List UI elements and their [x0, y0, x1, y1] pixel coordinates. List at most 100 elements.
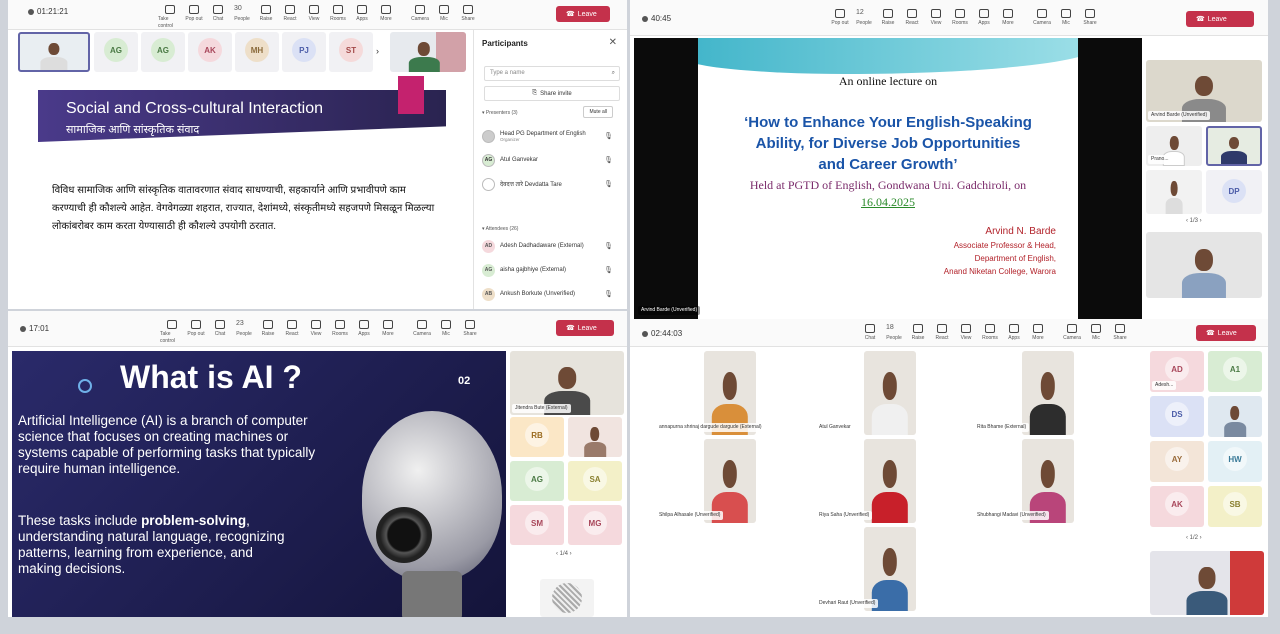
toolbar-button-share[interactable]: Share [456, 2, 480, 30]
presenters-label[interactable]: ▾ Presenters (3) [482, 110, 518, 116]
participant-tile[interactable] [568, 417, 622, 457]
toolbar-button-more[interactable]: More [374, 2, 398, 30]
participant-row[interactable]: AB Ankush Borkute (Unverified) 🎙 [482, 284, 613, 304]
toolbar-button-apps[interactable]: Apps [1002, 321, 1026, 342]
participant-tile[interactable] [1208, 396, 1262, 437]
toolbar-button-mic[interactable]: Mic [1054, 6, 1078, 27]
leave-button[interactable]: ☎ Leave [1186, 11, 1254, 27]
participant-row[interactable]: AD Adesh Dadhadaware (External) 🎙 [482, 236, 613, 256]
participant-tile[interactable]: MG [568, 505, 622, 545]
toolbar-button-pop-out[interactable]: Pop out [828, 6, 852, 27]
toolbar-button-raise[interactable]: Raise [906, 321, 930, 342]
toolbar-button-pop-out[interactable]: Pop out [182, 2, 206, 30]
participant-thumb[interactable]: MH [235, 32, 279, 72]
avatar [482, 129, 495, 143]
participant-row[interactable]: AEarjun mohurle MA... (Unverified)🎙 [482, 308, 613, 309]
share-icon [463, 5, 473, 14]
toolbar-button-people[interactable]: 30 People [230, 2, 254, 30]
pager[interactable]: ‹ 1/4 › [556, 551, 572, 557]
participant-row[interactable]: Head PG Department of English Organizer 🎙 [482, 126, 613, 146]
toolbar-button-chat[interactable]: Chat [858, 321, 882, 342]
participant-tile[interactable]: AG [510, 461, 564, 501]
participant-row[interactable]: देवदत्त तारे Devdatta Tare 🎙 [482, 174, 613, 194]
participant-tile[interactable]: SB [1208, 486, 1262, 527]
react-icon [285, 5, 295, 14]
toolbar-button-apps[interactable]: Apps [972, 6, 996, 27]
toolbar-button-camera[interactable]: Camera [410, 317, 434, 345]
toolbar-button-people[interactable]: 12 People [852, 6, 876, 27]
toolbar-button-more[interactable]: More [996, 6, 1020, 27]
toolbar-button-camera[interactable]: Camera [1030, 6, 1054, 27]
toolbar-button-raise[interactable]: Raise [254, 2, 278, 30]
toolbar-button-raise[interactable]: Raise [256, 317, 280, 345]
toolbar-button-rooms[interactable]: Rooms [328, 317, 352, 345]
toolbar-button-rooms[interactable]: Rooms [948, 6, 972, 27]
slide-accent-block [398, 76, 424, 114]
toolbar-button-view[interactable]: View [302, 2, 326, 30]
toolbar-button-react[interactable]: React [930, 321, 954, 342]
participant-thumb[interactable]: ST [329, 32, 373, 72]
participant-tile[interactable]: DS [1150, 396, 1204, 437]
participant-tile[interactable]: RB [510, 417, 564, 457]
toolbar-button-more[interactable]: More [376, 317, 400, 345]
toolbar-button-take-control[interactable]: Take control [158, 2, 182, 30]
toolbar-button-camera[interactable]: Camera [408, 2, 432, 30]
leave-button[interactable]: ☎ Leave [1196, 325, 1256, 341]
participant-tile[interactable]: AK [1150, 486, 1204, 527]
more-icon [381, 5, 391, 14]
toolbar-button-mic[interactable]: Mic [1084, 321, 1108, 342]
pager[interactable]: ‹ 1/3 › [1186, 218, 1202, 224]
toolbar-button-mic[interactable]: Mic [432, 2, 456, 30]
toolbar-button-chat[interactable]: Chat [208, 317, 232, 345]
participant-row[interactable]: AG aisha gajbhiye (External) 🎙 [482, 260, 613, 280]
toolbar-button-view[interactable]: View [924, 6, 948, 27]
next-arrow-icon[interactable]: › [376, 46, 379, 56]
leave-button[interactable]: ☎ Leave [556, 6, 610, 22]
mute-all-button[interactable]: Mute all [583, 106, 613, 118]
leave-button[interactable]: ☎ Leave [556, 320, 614, 336]
mic-icon [1061, 9, 1071, 18]
toolbar-button-rooms[interactable]: Rooms [978, 321, 1002, 342]
avatar: PJ [292, 38, 316, 62]
toolbar-button-chat[interactable]: Chat [206, 2, 230, 30]
toolbar-button-apps[interactable]: Apps [350, 2, 374, 30]
participant-tile[interactable]: AY [1150, 441, 1204, 482]
participant-tile[interactable]: AD Adesh... [1150, 351, 1204, 392]
participant-thumb[interactable]: AG [141, 32, 185, 72]
toolbar-button-mic[interactable]: Mic [434, 317, 458, 345]
participant-thumb[interactable]: PJ [282, 32, 326, 72]
toolbar-button-react[interactable]: React [280, 317, 304, 345]
participant-search-input[interactable]: Type a name ⌕ [484, 66, 620, 81]
pager[interactable]: ‹ 1/2 › [1186, 535, 1202, 541]
toolbar-button-more[interactable]: More [1026, 321, 1050, 342]
toolbar-button-people[interactable]: 23 People [232, 317, 256, 345]
toolbar-button-pop-out[interactable]: Pop out [184, 317, 208, 345]
toolbar-button-raise[interactable]: Raise [876, 6, 900, 27]
self-video-thumb[interactable] [18, 32, 90, 72]
close-icon[interactable]: ✕ [609, 37, 617, 48]
toolbar-button-react[interactable]: React [278, 2, 302, 30]
toolbar-button-camera[interactable]: Camera [1060, 321, 1084, 342]
participant-tile[interactable]: SA [568, 461, 622, 501]
toolbar-button-share[interactable]: Share [458, 317, 482, 345]
participant-tile[interactable]: SM [510, 505, 564, 545]
avatar: AB [482, 287, 495, 301]
participant-photo [871, 460, 909, 523]
attendees-label[interactable]: ▾ Attendees (26) [482, 226, 518, 232]
toolbar-button-view[interactable]: View [954, 321, 978, 342]
toolbar-button-view[interactable]: View [304, 317, 328, 345]
toolbar-button-rooms[interactable]: Rooms [326, 2, 350, 30]
participant-row[interactable]: AG Atul Ganvekar 🎙 [482, 150, 613, 170]
toolbar-button-people[interactable]: 18 People [882, 321, 906, 342]
toolbar-button-apps[interactable]: Apps [352, 317, 376, 345]
toolbar-button-share[interactable]: Share [1078, 6, 1102, 27]
participant-tile[interactable]: HW [1208, 441, 1262, 482]
toolbar-button-react[interactable]: React [900, 6, 924, 27]
toolbar-button-share[interactable]: Share [1108, 321, 1132, 342]
share-invite-button[interactable]: ⎘ Share invite [484, 86, 620, 101]
participant-tile[interactable]: A1 [1208, 351, 1262, 392]
lecture-slide: An online lecture on ‘How to Enhance You… [698, 38, 1078, 319]
participant-thumb[interactable]: AG [94, 32, 138, 72]
participant-thumb[interactable]: AK [188, 32, 232, 72]
toolbar-button-take-control[interactable]: Take control [160, 317, 184, 345]
